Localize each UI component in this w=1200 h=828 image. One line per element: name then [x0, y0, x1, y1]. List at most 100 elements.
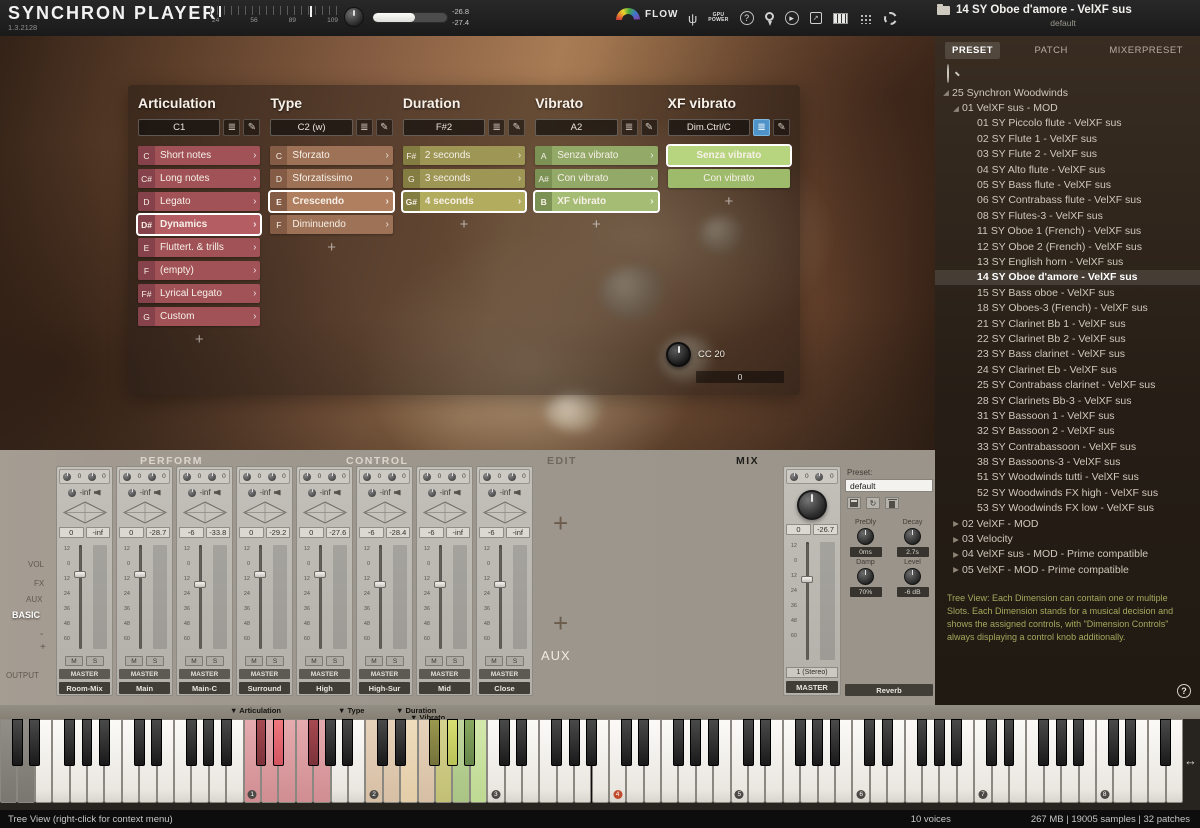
sidebar-tab[interactable]: PRESET [945, 42, 1000, 59]
gain-value[interactable]: -6 [479, 527, 504, 538]
send-knob[interactable] [188, 489, 196, 497]
keyswitch-range-select[interactable]: F#2 [403, 119, 485, 136]
pan-knob[interactable] [388, 473, 396, 481]
keyswitch-range-select[interactable]: A2 [535, 119, 617, 136]
fader-track[interactable] [252, 542, 268, 652]
parameter-value[interactable]: 2.7s [897, 547, 929, 557]
key-C#0[interactable] [134, 719, 145, 766]
mute-button[interactable]: M [485, 656, 503, 666]
tree-row[interactable]: 22 SY Clarinet Bb 2 - VelXF sus [935, 331, 1200, 346]
output-route-button[interactable]: MASTER [479, 669, 530, 679]
key-G#3[interactable] [569, 719, 580, 766]
key-C#4[interactable] [621, 719, 632, 766]
gain-value[interactable]: -6 [179, 527, 204, 538]
tree-expander-icon[interactable]: ▶ [950, 519, 962, 528]
mute-button[interactable]: M [65, 656, 83, 666]
tree-row[interactable]: 18 SY Oboes-3 (French) - VelXF sus [935, 300, 1200, 315]
fader-handle[interactable] [134, 571, 146, 578]
settings-gear-icon[interactable] [884, 12, 897, 25]
add-slot-button[interactable]: + [138, 331, 260, 348]
output-route-button[interactable]: MASTER [299, 669, 350, 679]
key-A#1[interactable] [342, 719, 353, 766]
tree-row[interactable]: 33 SY Contrabassoon - VelXF sus [935, 439, 1200, 454]
output-route-button[interactable]: MASTER [239, 669, 290, 679]
fader-handle[interactable] [74, 571, 86, 578]
tree-row[interactable]: 24 SY Clarinet Eb - VelXF sus [935, 362, 1200, 377]
key-C#3[interactable] [499, 719, 510, 766]
keyswitch-range-flag[interactable]: ▼ Type [338, 706, 364, 715]
save-preset-button[interactable] [847, 497, 861, 509]
flow-logo[interactable]: FLOW [616, 8, 678, 20]
rail-plus-button[interactable]: + [40, 642, 46, 653]
layers-icon-active[interactable]: ≣ [753, 119, 770, 136]
tree-row[interactable]: 03 SY Flute 2 - VelXF sus [935, 147, 1200, 162]
rail-aux-label[interactable]: AUX [26, 595, 42, 604]
vibrato-slot[interactable]: B XF vibrato › [535, 192, 657, 211]
gain-value[interactable]: -6 [359, 527, 384, 538]
tree-row[interactable]: 38 SY Bassoons-3 - VelXF sus [935, 454, 1200, 469]
articulation-slot[interactable]: F# Lyrical Legato › [138, 284, 260, 303]
surround-pan-pad[interactable] [479, 501, 530, 524]
keyswitch-range-select[interactable]: C1 [138, 119, 220, 136]
channel-name[interactable]: High [299, 682, 350, 694]
key-D#5[interactable] [760, 719, 771, 766]
key-C#1[interactable] [256, 719, 267, 766]
tab-mix[interactable]: MIX [736, 455, 759, 467]
pan-knob[interactable] [448, 473, 456, 481]
articulation-slot[interactable]: F (empty) › [138, 261, 260, 280]
gpu-power-icon[interactable]: GPUPOWER [708, 13, 728, 24]
tree-row[interactable]: 23 SY Bass clarinet - VelXF sus [935, 347, 1200, 362]
key-G#0[interactable] [203, 719, 214, 766]
solo-button[interactable]: S [386, 656, 404, 666]
fader-track[interactable] [432, 542, 448, 652]
tree-row[interactable]: 02 SY Flute 1 - VelXF sus [935, 131, 1200, 146]
add-slot-button[interactable]: + [535, 216, 657, 233]
key-D#2[interactable] [395, 719, 406, 766]
key-A#4[interactable] [708, 719, 719, 766]
channel-name[interactable]: Main [119, 682, 170, 694]
pan-knob[interactable] [328, 473, 336, 481]
tree-row[interactable]: 51 SY Woodwinds tutti - VelXF sus [935, 470, 1200, 485]
fader-track[interactable] [72, 542, 88, 652]
pan-knob[interactable] [483, 473, 491, 481]
type-slot[interactable]: C Sforzato › [270, 146, 392, 165]
pan-knob[interactable] [303, 473, 311, 481]
mute-button[interactable]: M [365, 656, 383, 666]
tree-row[interactable]: ▶ 02 VelXF - MOD [935, 516, 1200, 531]
key-G#-1[interactable] [82, 719, 93, 766]
send-knob[interactable] [488, 489, 496, 497]
key-C#7[interactable] [986, 719, 997, 766]
tree-row[interactable]: 04 SY Alto flute - VelXF sus [935, 162, 1200, 177]
articulation-slot[interactable]: E Fluttert. & trills › [138, 238, 260, 257]
tree-row[interactable]: 31 SY Bassoon 1 - VelXF sus [935, 408, 1200, 423]
edit-pencil-icon[interactable]: ✎ [773, 119, 790, 136]
tree-row[interactable]: 01 SY Piccolo flute - VelXF sus [935, 116, 1200, 131]
master-volume-slider[interactable] [372, 12, 448, 23]
duration-slot[interactable]: G 3 seconds › [403, 169, 525, 188]
sidebar-help-icon[interactable]: ? [1177, 684, 1191, 698]
send-knob[interactable] [368, 489, 376, 497]
location-pin-icon[interactable] [765, 12, 774, 21]
tree-row[interactable]: 53 SY Woodwinds FX low - VelXF sus [935, 501, 1200, 516]
key-D#0[interactable] [151, 719, 162, 766]
surround-pan-pad[interactable] [179, 501, 230, 524]
fader-track[interactable] [192, 542, 208, 652]
tree-row[interactable]: ◢ 01 VelXF sus - MOD [935, 100, 1200, 115]
solo-button[interactable]: S [506, 656, 524, 666]
pan-knob[interactable] [423, 473, 431, 481]
pan-knob[interactable] [88, 473, 96, 481]
gain-value[interactable]: 0 [299, 527, 324, 538]
key-D#8[interactable] [1125, 719, 1136, 766]
key-A#3[interactable] [586, 719, 597, 766]
key-A#7[interactable] [1073, 719, 1084, 766]
key-D#3[interactable] [516, 719, 527, 766]
fader-track[interactable] [312, 542, 328, 652]
master-reverb-knob[interactable] [797, 490, 827, 520]
fader-track[interactable] [372, 542, 388, 652]
fader-track[interactable] [492, 542, 508, 652]
fader-handle[interactable] [254, 571, 266, 578]
tree-expander-icon[interactable]: ◢ [940, 88, 952, 97]
key-C#8[interactable] [1108, 719, 1119, 766]
loaded-preset[interactable]: 14 SY Oboe d'amore - VelXF sus default [933, 4, 1193, 28]
fader-handle[interactable] [194, 581, 206, 588]
